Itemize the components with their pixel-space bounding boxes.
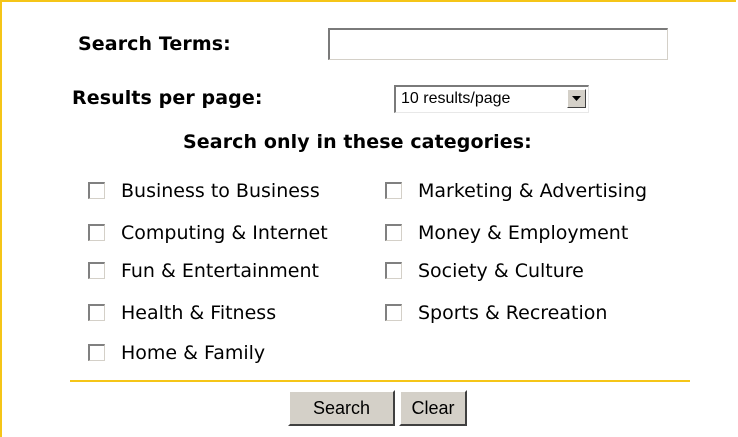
category-item[interactable]: Computing & Internet	[88, 222, 328, 244]
category-checkbox[interactable]	[88, 224, 105, 241]
category-label: Health & Fitness	[121, 302, 277, 324]
category-item[interactable]: Sports & Recreation	[385, 302, 607, 324]
category-label: Marketing & Advertising	[418, 180, 648, 202]
form-frame	[0, 0, 736, 437]
category-checkbox[interactable]	[88, 262, 105, 279]
category-item[interactable]: Money & Employment	[385, 222, 628, 244]
category-checkbox[interactable]	[385, 304, 402, 321]
category-item[interactable]: Marketing & Advertising	[385, 180, 647, 202]
category-checkbox[interactable]	[88, 304, 105, 321]
category-label: Business to Business	[121, 180, 320, 202]
category-checkbox[interactable]	[88, 344, 105, 361]
results-per-page-select[interactable]: 10 results/page	[394, 85, 589, 113]
chevron-down-icon	[572, 96, 581, 101]
category-label: Home & Family	[121, 342, 266, 364]
category-item[interactable]: Health & Fitness	[88, 302, 276, 324]
category-item[interactable]: Fun & Entertainment	[88, 260, 319, 282]
divider	[70, 380, 690, 382]
search-terms-input[interactable]	[328, 28, 668, 60]
search-button[interactable]: Search	[288, 390, 395, 426]
category-label: Computing & Internet	[121, 222, 328, 244]
category-checkbox[interactable]	[385, 224, 402, 241]
categories-heading: Search only in these categories:	[183, 131, 532, 153]
results-per-page-label: Results per page:	[72, 87, 263, 109]
category-label: Fun & Entertainment	[121, 260, 319, 282]
category-checkbox[interactable]	[385, 262, 402, 279]
category-label: Society & Culture	[418, 260, 584, 282]
category-checkbox[interactable]	[385, 182, 402, 199]
search-terms-label: Search Terms:	[78, 33, 231, 55]
category-label: Sports & Recreation	[418, 302, 608, 324]
category-item[interactable]: Business to Business	[88, 180, 320, 202]
category-item[interactable]: Home & Family	[88, 342, 265, 364]
clear-button[interactable]: Clear	[399, 390, 467, 426]
category-item[interactable]: Society & Culture	[385, 260, 584, 282]
category-checkbox[interactable]	[88, 182, 105, 199]
category-label: Money & Employment	[418, 222, 629, 244]
results-per-page-value: 10 results/page	[401, 90, 511, 107]
dropdown-button[interactable]	[567, 89, 586, 108]
